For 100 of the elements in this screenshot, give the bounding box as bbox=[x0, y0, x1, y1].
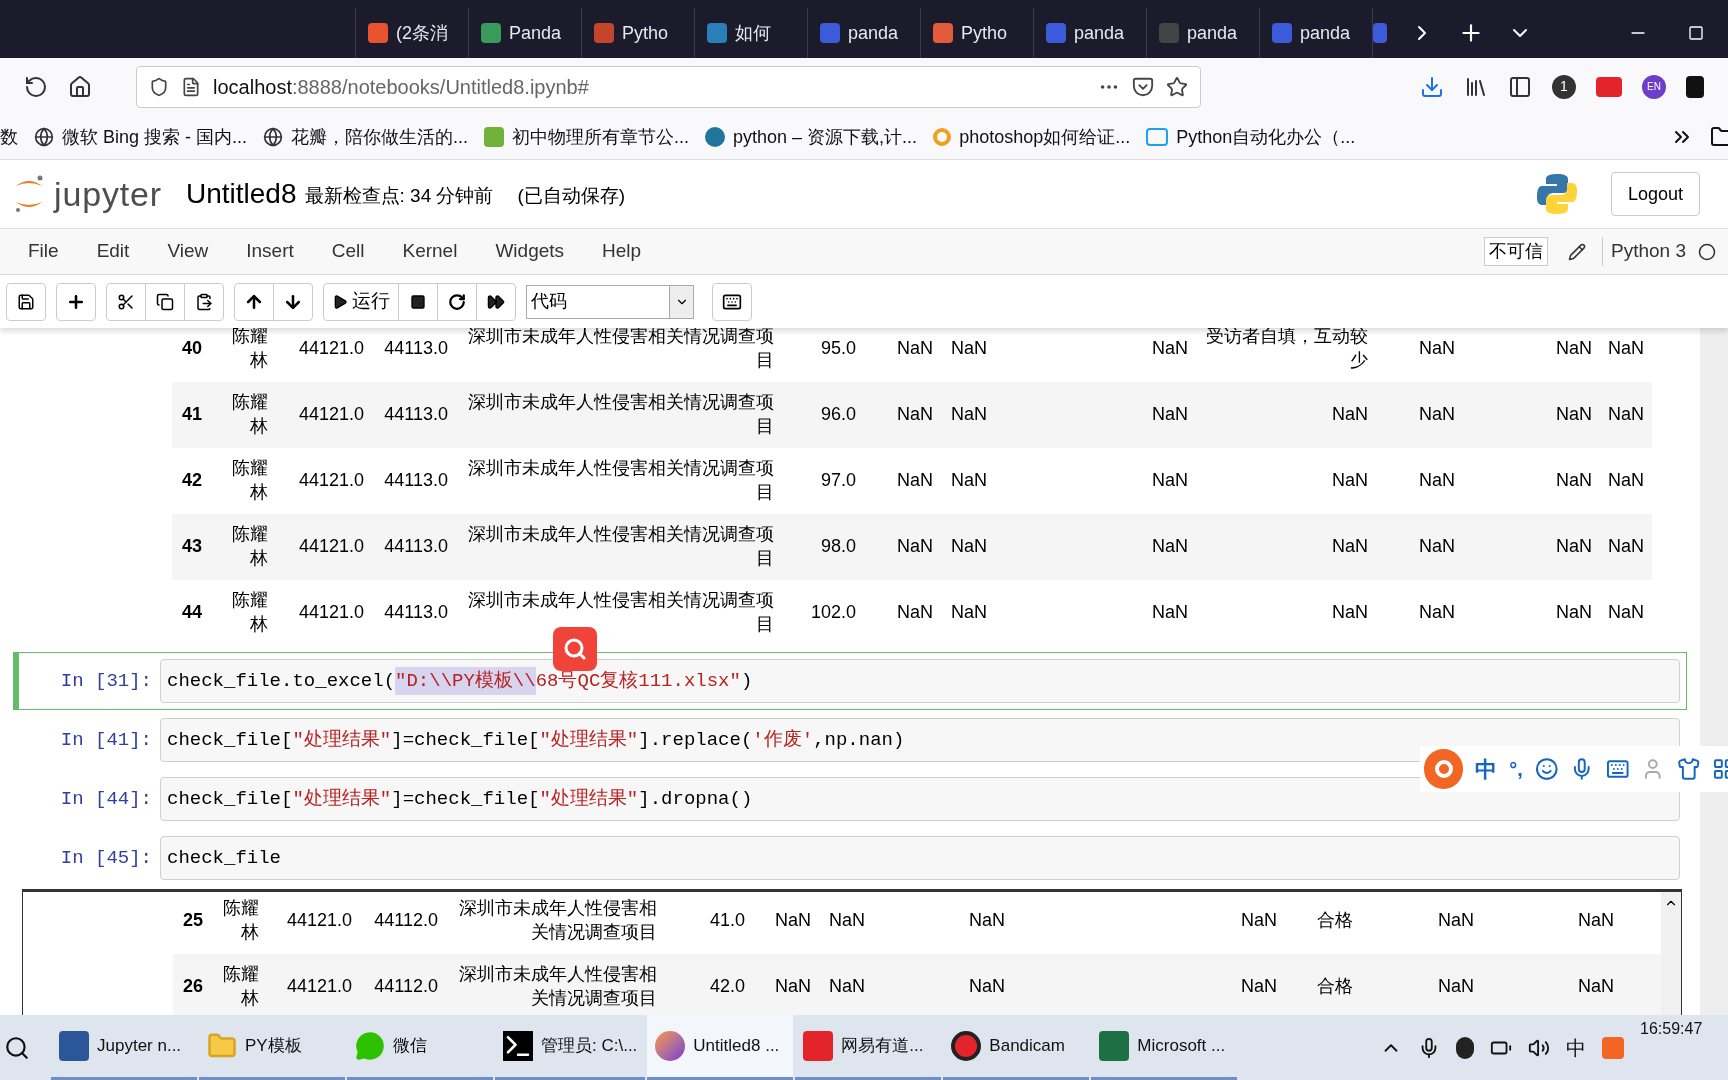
site-icon bbox=[484, 127, 505, 147]
insert-cell-button[interactable] bbox=[56, 282, 96, 321]
menu-item[interactable]: View bbox=[167, 237, 209, 266]
penguin-icon[interactable] bbox=[1456, 1036, 1474, 1059]
sogou-tray-icon[interactable] bbox=[1602, 1036, 1624, 1059]
menu-item[interactable]: Kernel bbox=[402, 237, 458, 266]
table-cell: NaN bbox=[1556, 602, 1592, 622]
taskbar-app[interactable]: Microsoft ... bbox=[1091, 1015, 1238, 1080]
clock-time[interactable]: 16:59:47 bbox=[1640, 1016, 1720, 1041]
menu-item[interactable]: Insert bbox=[246, 237, 294, 266]
reload-icon[interactable] bbox=[24, 74, 48, 99]
save-button[interactable] bbox=[6, 282, 46, 321]
run-button[interactable]: 运行 bbox=[323, 282, 399, 321]
maximize-icon[interactable] bbox=[1688, 25, 1704, 41]
clipboard-icon bbox=[195, 292, 213, 311]
move-down-button[interactable] bbox=[273, 282, 313, 321]
cell-prompt: In [45]: bbox=[59, 845, 153, 871]
cut-button[interactable] bbox=[106, 282, 146, 321]
menu-item[interactable]: Help bbox=[602, 237, 642, 266]
table-cell: NaN bbox=[951, 602, 987, 622]
taskbar-app[interactable]: Untitled8 ... bbox=[647, 1015, 794, 1080]
table-cell: 陈耀林 bbox=[223, 898, 259, 942]
video-extension-icon[interactable] bbox=[1596, 76, 1622, 97]
autosave-text: (已自动保存) bbox=[517, 183, 626, 208]
code-cell[interactable]: In [31]: check_file.to_excel("D:\\PY模板\\68号QC复核111.xlsx") bbox=[13, 652, 1687, 710]
restart-icon bbox=[448, 292, 466, 311]
profile-badge[interactable]: EN bbox=[1642, 74, 1666, 99]
download-icon[interactable] bbox=[1420, 74, 1444, 99]
table-cell: 44113.0 bbox=[384, 536, 448, 556]
keyboard-icon[interactable] bbox=[1605, 757, 1630, 781]
table-cell: 42.0 bbox=[709, 976, 745, 996]
table-cell: NaN bbox=[1152, 338, 1188, 358]
pocket-icon[interactable] bbox=[1132, 75, 1154, 98]
skin-icon[interactable] bbox=[1676, 757, 1701, 781]
bookmark-item[interactable]: 数 bbox=[0, 123, 18, 151]
taskbar-app[interactable]: Jupyter n... bbox=[51, 1015, 197, 1080]
table-cell: 44113.0 bbox=[384, 470, 448, 490]
code-input[interactable]: check_file bbox=[160, 836, 1680, 880]
taskbar-app[interactable]: Bandicam bbox=[943, 1015, 1090, 1080]
logout-button[interactable]: Logout bbox=[1610, 172, 1700, 216]
bookmark-item[interactable]: 初中物理所有章节公... bbox=[484, 123, 690, 151]
cell-prompt: In [44]: bbox=[59, 786, 153, 812]
table-cell: NaN bbox=[1419, 602, 1455, 622]
table-cell: NaN bbox=[1152, 602, 1188, 622]
bookmark-item[interactable]: photoshop如何给证... bbox=[933, 123, 1131, 151]
taskbar-app[interactable]: 网易有道... bbox=[795, 1015, 942, 1080]
address-bar[interactable]: localhost:8888/notebooks/Untitled8.ipynb# bbox=[136, 65, 1201, 108]
notebook-title[interactable]: Untitled8 bbox=[186, 173, 297, 215]
emoji-icon[interactable] bbox=[1534, 757, 1559, 781]
site-icon bbox=[1046, 23, 1066, 43]
restart-button[interactable] bbox=[437, 282, 477, 321]
menu-item[interactable]: File bbox=[28, 237, 59, 266]
shield-icon bbox=[149, 76, 169, 97]
bookmark-item[interactable]: 花瓣，陪你做生活的... bbox=[263, 123, 469, 151]
trust-indicator[interactable]: 不可信 bbox=[1484, 237, 1548, 266]
scrollbar[interactable] bbox=[1661, 892, 1681, 1015]
table-cell: NaN bbox=[1152, 404, 1188, 424]
table-cell: NaN bbox=[1578, 910, 1614, 930]
search-button[interactable] bbox=[553, 627, 597, 671]
cell-type-select[interactable]: 代码 bbox=[526, 284, 694, 319]
row-index: 40 bbox=[182, 338, 202, 358]
table-cell: 44112.0 bbox=[374, 910, 438, 930]
menu-item[interactable]: Widgets bbox=[495, 237, 565, 266]
bookmark-star-icon[interactable] bbox=[1166, 75, 1188, 98]
folder-icon[interactable] bbox=[1710, 125, 1728, 149]
bookmark-item[interactable]: 微软 Bing 搜索 - 国内... bbox=[34, 123, 248, 151]
chat-bubble-icon bbox=[355, 1031, 385, 1061]
table-cell: NaN bbox=[1608, 338, 1644, 358]
row-index: 42 bbox=[182, 470, 202, 490]
taskbar-app[interactable]: PY模板 bbox=[199, 1015, 345, 1080]
table-cell: NaN bbox=[897, 536, 933, 556]
run-all-button[interactable] bbox=[476, 282, 516, 321]
home-icon[interactable] bbox=[68, 74, 92, 99]
input-language[interactable]: 中 bbox=[1566, 1032, 1586, 1063]
copy-button[interactable] bbox=[145, 282, 185, 321]
extension-icon[interactable] bbox=[1686, 75, 1704, 98]
command-palette-button[interactable] bbox=[712, 282, 752, 321]
table-cell: NaN bbox=[897, 338, 933, 358]
interrupt-button[interactable] bbox=[398, 282, 438, 321]
spreadsheet-icon bbox=[1099, 1031, 1130, 1061]
row-index: 25 bbox=[183, 910, 203, 930]
move-up-button[interactable] bbox=[234, 282, 274, 321]
extension-badge[interactable]: 1 bbox=[1552, 74, 1576, 99]
code-input[interactable]: check_file.to_excel("D:\\PY模板\\68号QC复核111.xlsx") bbox=[160, 659, 1680, 703]
paste-button[interactable] bbox=[184, 282, 224, 321]
search-icon[interactable] bbox=[4, 1034, 30, 1061]
menu-item[interactable]: Edit bbox=[96, 237, 130, 266]
table-cell: NaN bbox=[897, 470, 933, 490]
taskbar-app[interactable]: 管理员: C:\... bbox=[495, 1015, 646, 1080]
table-cell: 合格 bbox=[1317, 976, 1353, 996]
table-cell: NaN bbox=[1241, 910, 1277, 930]
bookmark-item[interactable]: python – 资源下载,计... bbox=[705, 123, 918, 151]
sidebar-icon[interactable] bbox=[1508, 74, 1532, 99]
page-icon bbox=[181, 76, 201, 97]
row-index: 43 bbox=[182, 536, 202, 556]
taskbar-app[interactable]: 微信 bbox=[347, 1015, 493, 1080]
table-cell: NaN bbox=[1332, 602, 1368, 622]
menu-item[interactable]: Cell bbox=[331, 237, 365, 266]
table-cell: 97.0 bbox=[820, 470, 856, 490]
bookmark-item[interactable]: Python自动化办公（... bbox=[1146, 123, 1356, 151]
